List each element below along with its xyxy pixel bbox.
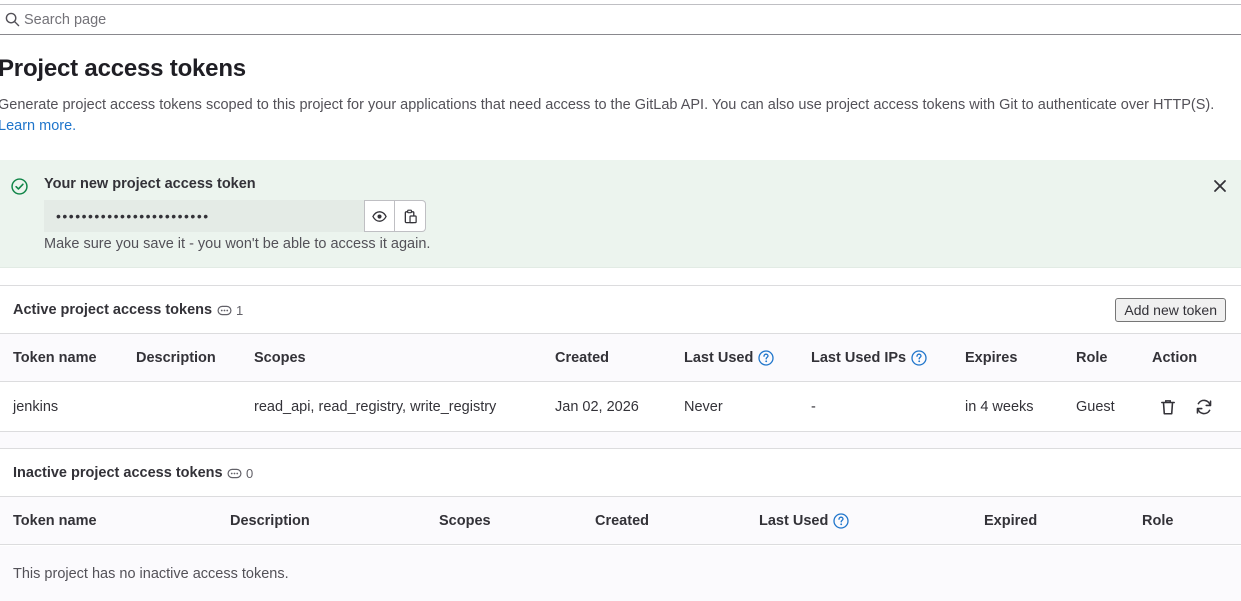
question-circle-icon[interactable]	[911, 350, 927, 366]
last-used-cell: Never	[684, 399, 723, 415]
search-icon	[5, 12, 20, 27]
add-new-token-button[interactable]: Add new token	[1115, 298, 1226, 322]
col-token-name: Token name	[13, 350, 97, 366]
col-created: Created	[555, 350, 609, 366]
alert-title: Your new project access token	[44, 176, 256, 192]
token-value-field[interactable]	[44, 200, 364, 232]
learn-more-link[interactable]: Learn more.	[0, 118, 76, 134]
col-expired: Expired	[984, 513, 1038, 529]
scopes-cell: read_api, read_registry, write_registry	[254, 399, 497, 415]
created-cell: Jan 02, 2026	[555, 399, 639, 415]
col-role: Role	[1142, 513, 1174, 529]
close-icon[interactable]	[1213, 179, 1227, 193]
table-row: jenkins read_api, read_registry, write_r…	[0, 383, 1241, 432]
page-description: Generate project access tokens scoped to…	[0, 95, 1218, 137]
col-last-used: Last Used	[684, 350, 774, 366]
active-table-header: Token name Description Scopes Created La…	[0, 334, 1241, 382]
rotate-icon[interactable]	[1195, 398, 1213, 416]
inactive-table-header: Token name Description Scopes Created La…	[0, 497, 1241, 545]
copy-clipboard-icon	[404, 209, 417, 223]
trash-icon[interactable]	[1159, 398, 1177, 416]
empty-state-text: This project has no inactive access toke…	[13, 566, 289, 582]
inactive-tokens-header: Inactive project access tokens 0	[0, 448, 1241, 497]
col-last-used-ips: Last Used IPs	[811, 350, 927, 366]
active-count-value: 1	[236, 303, 244, 318]
active-tokens-title: Active project access tokens	[13, 302, 213, 318]
active-tokens-count: 1	[217, 303, 243, 318]
col-last-used-label: Last Used	[684, 350, 754, 366]
inactive-count-value: 0	[246, 466, 254, 481]
search-input[interactable]	[24, 8, 824, 32]
col-token-name: Token name	[13, 513, 97, 529]
page-title: Project access tokens	[0, 55, 246, 82]
col-expires: Expires	[965, 350, 1018, 366]
search-bar	[0, 4, 1241, 35]
inactive-tokens-title: Inactive project access tokens	[13, 465, 223, 481]
col-scopes: Scopes	[254, 350, 306, 366]
section-spacer	[0, 432, 1241, 449]
reveal-token-button[interactable]	[364, 200, 395, 232]
token-icon	[217, 305, 232, 316]
alert-note: Make sure you save it - you won't be abl…	[44, 236, 431, 252]
col-scopes: Scopes	[439, 513, 491, 529]
token-name-cell: jenkins	[13, 399, 59, 415]
col-last-used-ips-label: Last Used IPs	[811, 350, 907, 366]
check-circle-icon	[11, 178, 28, 195]
eye-icon	[372, 210, 387, 222]
col-description: Description	[136, 350, 216, 366]
empty-state-row: This project has no inactive access toke…	[0, 546, 1241, 601]
token-icon	[227, 468, 242, 479]
question-circle-icon[interactable]	[833, 513, 849, 529]
new-token-alert: Your new project access token Make sure …	[0, 160, 1241, 268]
last-used-ips-cell: -	[811, 399, 816, 415]
col-action: Action	[1152, 350, 1198, 366]
col-last-used-label: Last Used	[759, 513, 829, 529]
col-last-used: Last Used	[759, 513, 849, 529]
col-role: Role	[1076, 350, 1108, 366]
expires-cell: in 4 weeks	[965, 399, 1034, 415]
token-field-group	[44, 200, 426, 232]
copy-token-button[interactable]	[395, 200, 426, 232]
col-description: Description	[230, 513, 310, 529]
col-created: Created	[595, 513, 649, 529]
role-cell: Guest	[1076, 399, 1115, 415]
active-tokens-header: Active project access tokens 1 Add new t…	[0, 285, 1241, 334]
inactive-tokens-count: 0	[227, 466, 253, 481]
description-text: Generate project access tokens scoped to…	[0, 97, 1215, 113]
question-circle-icon[interactable]	[758, 350, 774, 366]
